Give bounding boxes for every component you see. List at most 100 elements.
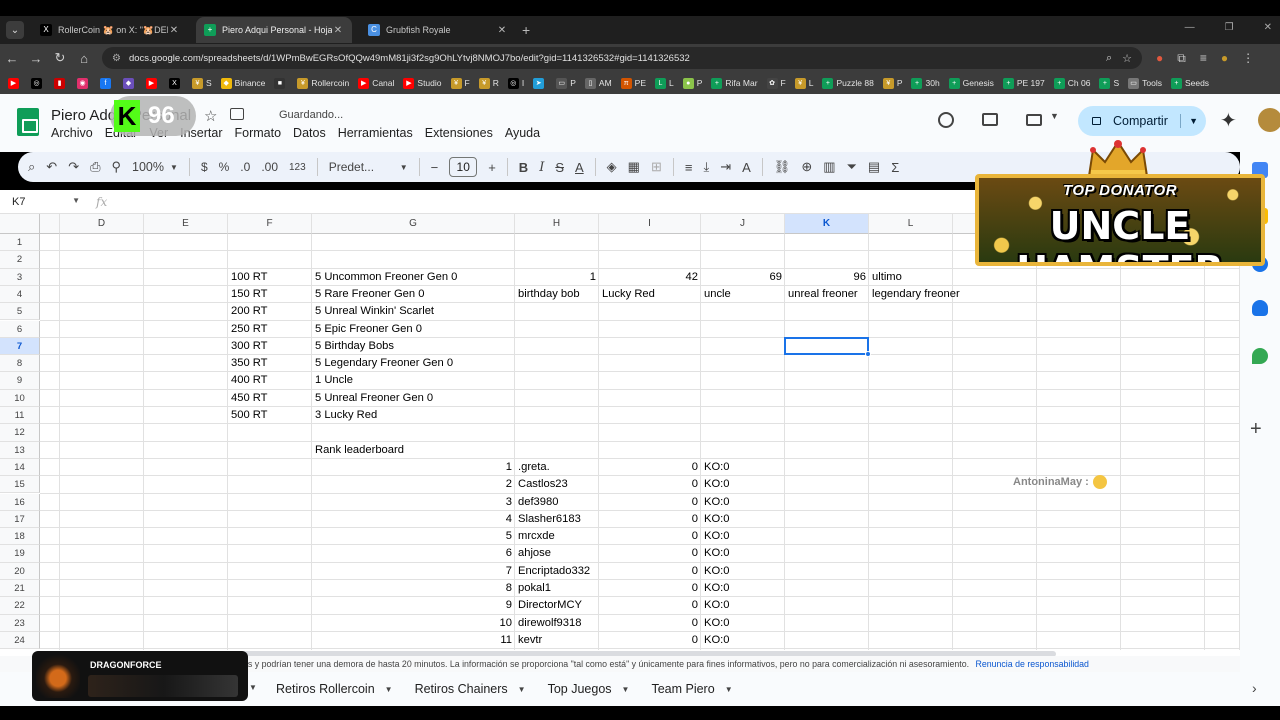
bookmark-item[interactable]: X <box>169 77 183 89</box>
meet-icon[interactable] <box>1026 114 1042 126</box>
cell-g7[interactable]: 5 Birthday Bobs <box>312 338 515 355</box>
row-header-11[interactable]: 11 <box>0 407 40 425</box>
row-header-7[interactable]: 7 <box>0 337 40 356</box>
cell-h4[interactable]: birthday bob <box>515 286 599 303</box>
leaderboard-name[interactable]: pokal1 <box>515 580 599 597</box>
leaderboard-score[interactable]: 0 <box>599 511 701 528</box>
leaderboard-ko[interactable]: KO:0 <box>701 580 785 597</box>
leaderboard-ko[interactable]: KO:0 <box>701 494 785 511</box>
leaderboard-ko[interactable]: KO:0 <box>701 511 785 528</box>
cell-h3[interactable]: 1 <box>515 269 599 286</box>
column-header-l[interactable]: L <box>869 214 953 234</box>
kebab-menu-icon[interactable]: ⋮ <box>1242 51 1254 66</box>
undo-icon[interactable]: ↶ <box>46 159 57 175</box>
leaderboard-score[interactable]: 0 <box>599 476 701 493</box>
redo-icon[interactable]: ↷ <box>68 159 79 175</box>
select-all-corner[interactable] <box>0 214 40 234</box>
cell-g3[interactable]: 5 Uncommon Freoner Gen 0 <box>312 269 515 286</box>
row-header-23[interactable]: 23 <box>0 614 40 632</box>
bookmark-item[interactable]: f <box>100 77 114 89</box>
decrease-font-size-icon[interactable]: − <box>431 160 439 175</box>
sheet-tab-retiros-rollercoin[interactable]: Retiros Rollercoin ▼ <box>276 682 393 696</box>
sheet-tabs-scroll-right-icon[interactable]: › <box>1252 680 1257 696</box>
close-icon[interactable]: ✕ <box>332 25 344 36</box>
star-icon[interactable]: ☆ <box>204 107 217 125</box>
row-header-22[interactable]: 22 <box>0 597 40 615</box>
bookmark-item[interactable]: + Genesis <box>948 77 994 89</box>
profile-icon[interactable]: ● <box>1221 51 1228 66</box>
row-header-1[interactable]: 1 <box>0 234 40 252</box>
leaderboard-score[interactable]: 0 <box>599 615 701 632</box>
row-header-16[interactable]: 16 <box>0 493 40 511</box>
menu-extensiones[interactable]: Extensiones <box>425 126 493 140</box>
cell-g9[interactable]: 1 Uncle <box>312 372 515 389</box>
chevron-down-icon[interactable]: ▼ <box>249 683 257 692</box>
row-header-5[interactable]: 5 <box>0 303 40 321</box>
cell-i4[interactable]: Lucky Red <box>599 286 701 303</box>
comment-icon[interactable] <box>982 113 998 126</box>
filter-views-icon[interactable]: ▤ <box>868 159 880 175</box>
leaderboard-ko[interactable]: KO:0 <box>701 459 785 476</box>
chevron-down-icon[interactable]: ▼ <box>1180 114 1198 128</box>
gemini-sparkle-icon[interactable]: ✦ <box>1220 108 1237 133</box>
leaderboard-rank[interactable]: 10 <box>312 615 515 632</box>
row-header-4[interactable]: 4 <box>0 285 40 304</box>
font-size-input[interactable]: 10 <box>449 157 478 177</box>
leaderboard-score[interactable]: 0 <box>599 632 701 649</box>
italic-icon[interactable]: I <box>539 160 544 175</box>
bookmark-item[interactable]: ¥ S <box>192 77 212 89</box>
row-header-10[interactable]: 10 <box>0 389 40 407</box>
leaderboard-name[interactable]: Encriptado332 <box>515 563 599 580</box>
row-header-3[interactable]: 3 <box>0 268 40 286</box>
leaderboard-name[interactable]: .greta. <box>515 459 599 476</box>
leaderboard-ko[interactable]: KO:0 <box>701 545 785 562</box>
menu-herramientas[interactable]: Herramientas <box>338 126 413 140</box>
sheet-tab-top-juegos[interactable]: Top Juegos ▼ <box>548 682 630 696</box>
leaderboard-ko[interactable]: KO:0 <box>701 597 785 614</box>
paint-format-icon[interactable]: ⚲ <box>112 159 122 175</box>
vertical-align-icon[interactable]: ⤓ <box>703 159 709 175</box>
leaderboard-rank[interactable]: 5 <box>312 528 515 545</box>
leaderboard-rank[interactable]: 4 <box>312 511 515 528</box>
text-color-icon[interactable]: A <box>575 160 584 175</box>
column-header-h[interactable]: H <box>515 214 599 234</box>
cell-f8[interactable]: 350 RT <box>228 355 312 372</box>
back-icon[interactable]: ← <box>0 51 24 66</box>
leaderboard-rank[interactable]: 11 <box>312 632 515 649</box>
leaderboard-rank[interactable]: 1 <box>312 459 515 476</box>
folder-move-icon[interactable] <box>230 108 244 120</box>
bookmark-item[interactable]: ■ <box>274 77 288 89</box>
leaderboard-rank[interactable]: 2 <box>312 476 515 493</box>
browser-tab-rollercoin[interactable]: X RollerCoin 🐹 on X: "🐹DEEP D ✕ <box>32 17 188 43</box>
more-formats-button[interactable]: 123 <box>289 162 306 173</box>
bookmark-item[interactable]: + Rifa Mar <box>711 77 758 89</box>
leaderboard-score[interactable]: 0 <box>599 563 701 580</box>
bookmark-item[interactable]: ▯ AM <box>584 77 612 89</box>
row-header-20[interactable]: 20 <box>0 562 40 580</box>
leaderboard-rank[interactable]: 9 <box>312 597 515 614</box>
cell-l3[interactable]: ultimo <box>869 269 953 286</box>
bookmark-item[interactable]: ▶ <box>146 77 160 89</box>
bookmark-item[interactable]: ● P <box>682 77 702 89</box>
chevron-down-icon[interactable]: ▼ <box>518 685 526 694</box>
row-header-24[interactable]: 24 <box>0 631 40 650</box>
leaderboard-ko[interactable]: KO:0 <box>701 632 785 649</box>
leaderboard-score[interactable]: 0 <box>599 528 701 545</box>
row-header-15[interactable]: 15 <box>0 476 40 494</box>
cell-i3[interactable]: 42 <box>599 269 701 286</box>
selected-cell-k7[interactable] <box>784 336 869 356</box>
column-header-d[interactable]: D <box>60 214 144 234</box>
chevron-down-icon[interactable]: ▼ <box>72 196 80 205</box>
sheets-logo-icon[interactable] <box>17 108 39 136</box>
puzzle-icon[interactable]: ⧉ <box>1177 51 1186 66</box>
history-icon[interactable] <box>938 112 954 128</box>
cell-f7[interactable]: 300 RT <box>228 338 312 355</box>
cell-k4[interactable]: unreal freoner <box>785 286 869 303</box>
leaderboard-rank[interactable]: 7 <box>312 563 515 580</box>
cell-g10[interactable]: 5 Unreal Freoner Gen 0 <box>312 390 515 407</box>
currency-format-button[interactable]: $ <box>201 160 208 174</box>
bookmark-item[interactable]: LL <box>655 77 674 89</box>
row-header-13[interactable]: 13 <box>0 441 40 459</box>
sheet-tab-team-piero[interactable]: Team Piero ▼ <box>651 682 732 696</box>
bookmark-item[interactable]: ▭ Tools <box>1128 77 1162 89</box>
